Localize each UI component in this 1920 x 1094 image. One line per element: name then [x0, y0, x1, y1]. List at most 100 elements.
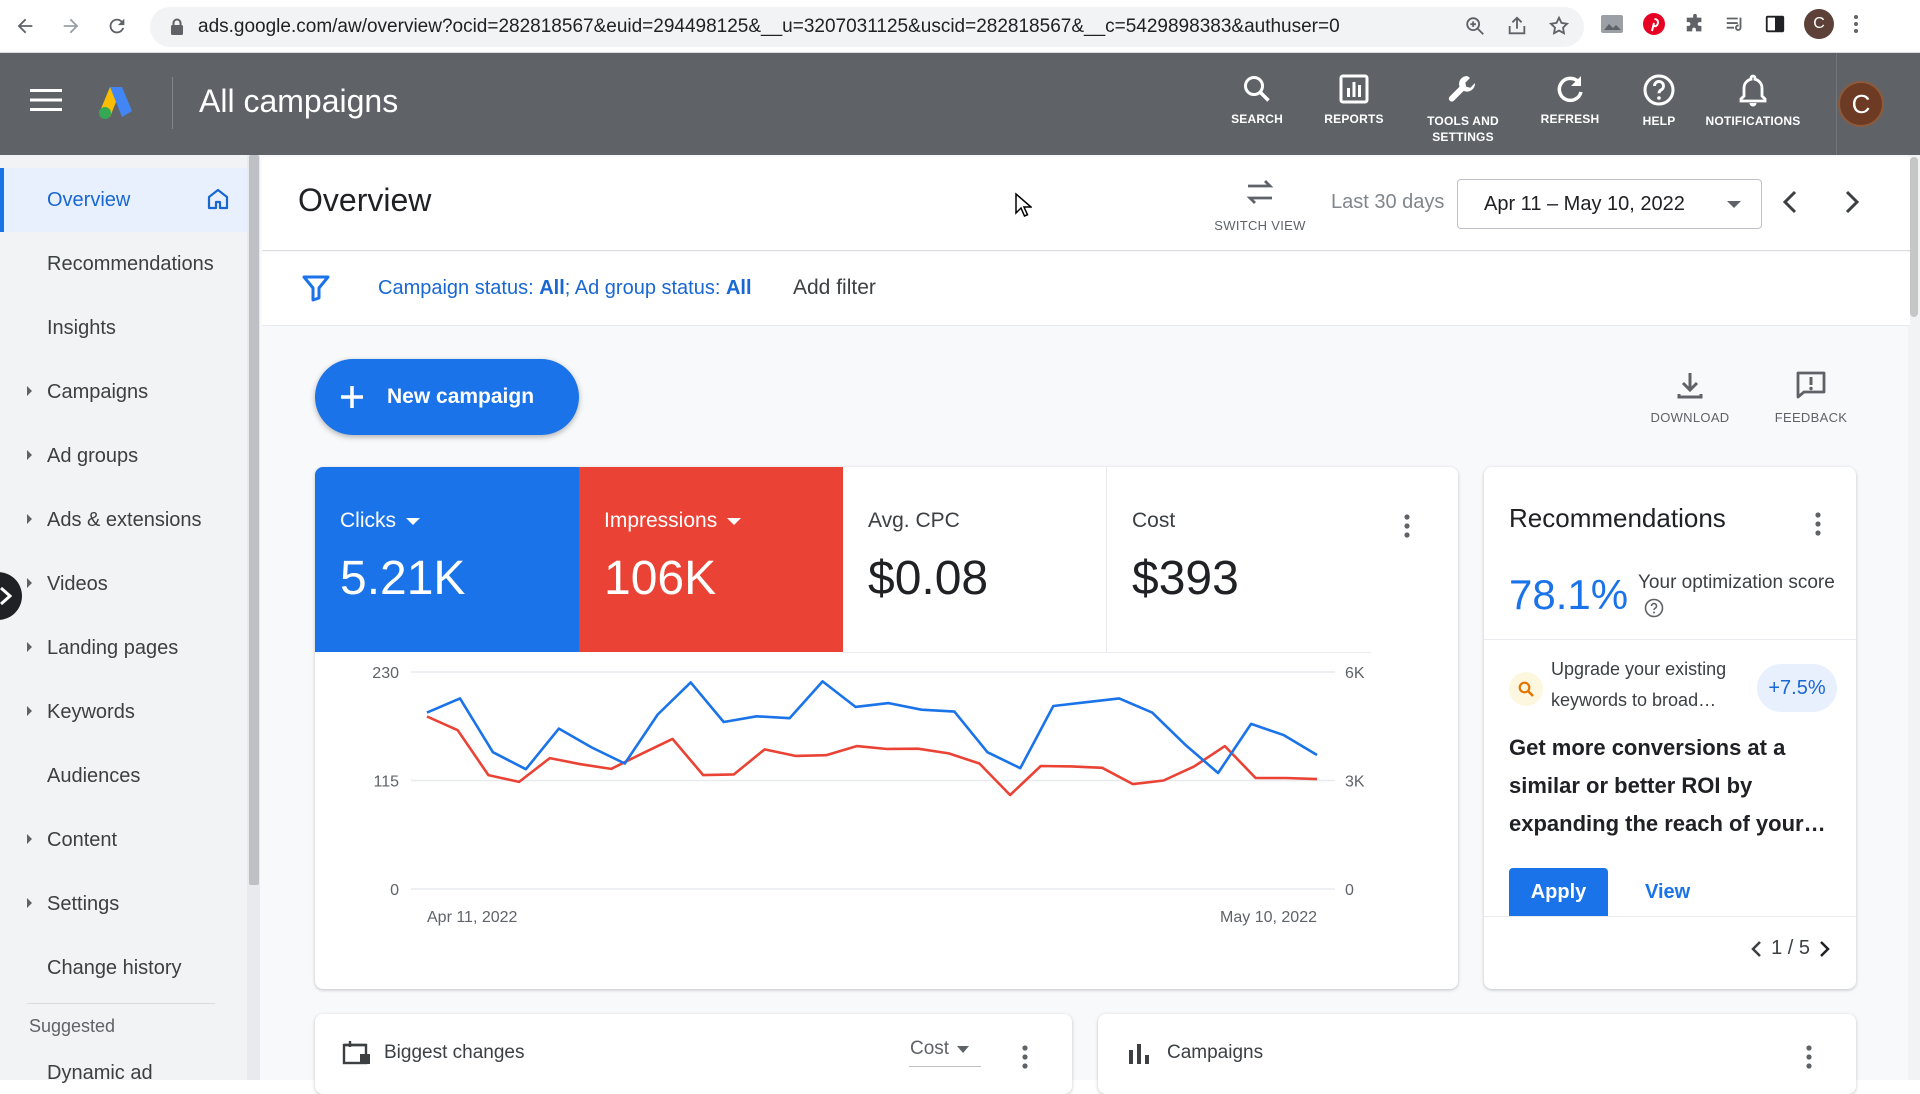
help-tool-label: HELP [1642, 114, 1676, 128]
refresh-icon [1557, 76, 1583, 103]
download-button[interactable]: DOWNLOAD [1635, 370, 1745, 425]
download-label: DOWNLOAD [1650, 410, 1730, 425]
expand-caret-icon[interactable] [27, 386, 32, 396]
account-avatar[interactable]: C [1838, 81, 1884, 127]
notifications-tool[interactable]: NOTIFICATIONS [1703, 73, 1803, 129]
feedback-icon [1796, 371, 1826, 399]
tools-and-settings[interactable]: TOOLS AND SETTINGS [1413, 73, 1513, 145]
metric-dropdown-icon[interactable] [727, 517, 742, 525]
expand-caret-icon[interactable] [27, 834, 32, 844]
bar-chart-icon [1128, 1044, 1150, 1064]
filter-funnel-icon[interactable] [302, 274, 330, 302]
extensions-puzzle-icon[interactable] [1684, 13, 1706, 35]
expand-caret-icon[interactable] [27, 578, 32, 588]
sidebar-item-settings[interactable]: Settings [0, 872, 247, 936]
main-scrollbar[interactable] [1910, 157, 1918, 317]
add-filter-button[interactable]: Add filter [793, 276, 876, 300]
cost-metric-selector[interactable]: Cost [910, 1038, 970, 1060]
metric-dropdown-icon[interactable] [406, 517, 420, 525]
chart-more-options-icon[interactable] [1403, 513, 1411, 539]
sidebar-item-videos[interactable]: Videos [0, 552, 247, 616]
switch-view-button[interactable]: SWITCH VIEW [1210, 176, 1310, 233]
share-icon[interactable] [1506, 15, 1528, 37]
browser-toolbar: ads.google.com/aw/overview?ocid=28281856… [0, 0, 1920, 53]
y-axis-left-tick-label: 0 [390, 882, 399, 899]
info-icon[interactable] [1644, 598, 1664, 618]
sidebar-item-overview[interactable]: Overview [0, 168, 247, 232]
back-icon[interactable] [4, 5, 46, 47]
sidebar-item-landing-pages[interactable]: Landing pages [0, 616, 247, 680]
hamburger-menu-icon[interactable] [30, 88, 62, 112]
reports-tool[interactable]: REPORTS [1304, 73, 1404, 127]
metric-impressions[interactable]: Impressions 106K [579, 467, 843, 652]
metric-clicks[interactable]: Clicks 5.21K [315, 467, 579, 652]
metric-cost-value: $393 [1132, 552, 1239, 605]
new-campaign-button[interactable]: New campaign [315, 359, 579, 435]
browser-menu-icon[interactable] [1852, 13, 1860, 35]
active-filter-chip[interactable]: Campaign status: All; Ad group status: A… [378, 277, 752, 300]
forward-icon[interactable] [50, 5, 92, 47]
biggest-changes-more-options-icon[interactable] [1021, 1044, 1029, 1070]
address-bar[interactable]: ads.google.com/aw/overview?ocid=28281856… [150, 7, 1584, 47]
sidebar-scrollbar[interactable] [249, 155, 259, 885]
search-tool-label: SEARCH [1231, 112, 1283, 126]
metric-cost[interactable]: Cost $393 [1107, 467, 1371, 652]
metric-avg-cpc-value: $0.08 [868, 552, 989, 605]
expand-caret-icon[interactable] [27, 898, 32, 908]
pager-previous-icon[interactable] [1749, 939, 1763, 959]
sidebar-item-ads-extensions[interactable]: Ads & extensions [0, 488, 247, 552]
sidebar-item-insights[interactable]: Insights [0, 296, 247, 360]
view-button[interactable]: View [1645, 881, 1690, 904]
sidebar-suggested-label: Suggested [29, 1016, 116, 1036]
switch-view-label: SWITCH VIEW [1214, 218, 1306, 233]
performance-chart-card: Clicks 5.21K Impressions 106K Avg. CPC $… [315, 467, 1458, 989]
y-axis-right-tick-label: 0 [1345, 882, 1354, 899]
image-extension-icon[interactable] [1600, 13, 1624, 35]
feedback-button[interactable]: FEEDBACK [1756, 370, 1866, 425]
recommendation-description: Get more conversions at a similar or bet… [1509, 735, 1826, 836]
page-header-title: All campaigns [199, 83, 399, 119]
help-tool[interactable]: HELP [1609, 73, 1709, 129]
sidebar-item-label: Landing pages [47, 636, 179, 659]
sidebar-item-ad-groups[interactable]: Ad groups [0, 424, 247, 488]
reading-list-icon[interactable] [1724, 13, 1746, 35]
sidebar-item-audiences[interactable]: Audiences [0, 744, 247, 808]
sidebar-item-label: Ad groups [47, 444, 139, 467]
apply-button[interactable]: Apply [1509, 868, 1608, 916]
sidebar-item-recommendations[interactable]: Recommendations [0, 232, 247, 296]
pager-next-icon[interactable] [1818, 939, 1832, 959]
side-panel-icon[interactable] [1764, 13, 1786, 35]
plus-icon [341, 386, 363, 408]
expand-caret-icon[interactable] [27, 450, 32, 460]
sidebar-item-keywords[interactable]: Keywords [0, 680, 247, 744]
campaigns-more-options-icon[interactable] [1805, 1044, 1813, 1070]
sidebar-item-change-history[interactable]: Change history [0, 936, 247, 1000]
metric-clicks-value: 5.21K [340, 552, 466, 605]
recommendation-suggestion[interactable]: Upgrade your existing keywords to broad… [1551, 654, 1751, 716]
sidebar-item-campaigns[interactable]: Campaigns [0, 360, 247, 424]
next-period-chevron-icon[interactable] [1842, 188, 1862, 216]
recommendations-more-options-icon[interactable] [1814, 511, 1822, 537]
metric-avg-cpc[interactable]: Avg. CPC $0.08 [843, 467, 1107, 652]
search-icon [1244, 76, 1270, 102]
search-tool[interactable]: SEARCH [1207, 73, 1307, 127]
sidebar-item-dynamic-ad[interactable]: Dynamic ad [47, 1062, 153, 1085]
pinterest-icon[interactable] [1642, 12, 1666, 36]
refresh-tool[interactable]: REFRESH [1520, 73, 1620, 127]
header-avatar-divider [1836, 53, 1837, 155]
bookmark-star-icon[interactable] [1548, 15, 1570, 37]
reload-icon[interactable] [96, 5, 138, 47]
expand-caret-icon[interactable] [27, 642, 32, 652]
google-ads-logo[interactable] [96, 83, 136, 121]
date-range-picker[interactable]: Apr 11 – May 10, 2022 [1457, 179, 1762, 229]
previous-period-chevron-icon[interactable] [1780, 188, 1800, 216]
metric-avg-cpc-label: Avg. CPC [868, 509, 960, 532]
sidebar-item-label: Videos [47, 572, 108, 595]
zoom-icon[interactable] [1464, 15, 1486, 37]
sidebar-item-content[interactable]: Content [0, 808, 247, 872]
browser-profile-avatar[interactable]: C [1804, 9, 1834, 39]
url-text[interactable]: ads.google.com/aw/overview?ocid=28281856… [198, 16, 1418, 38]
lock-icon[interactable] [170, 18, 184, 36]
expand-caret-icon[interactable] [27, 514, 32, 524]
expand-caret-icon[interactable] [27, 706, 32, 716]
